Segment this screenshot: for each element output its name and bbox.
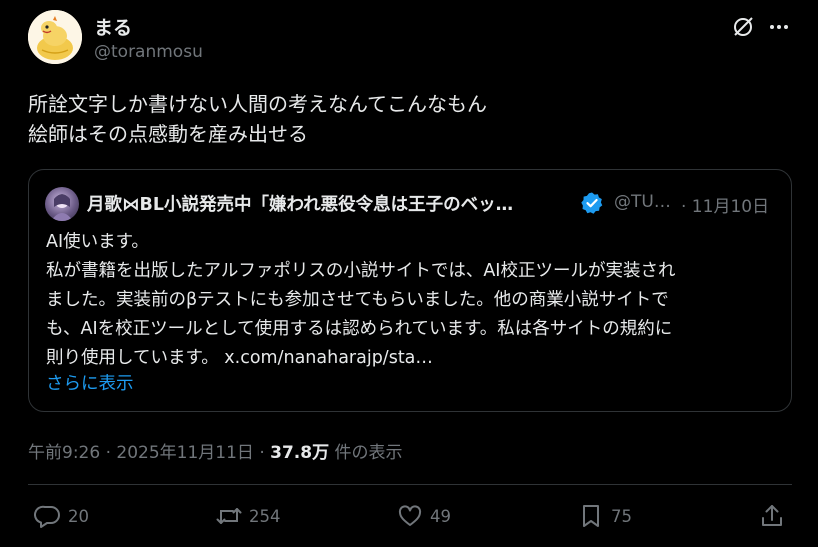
author-name[interactable]: まる	[94, 13, 132, 40]
quote-text-line: ました。実装前のβテストにも参加させてもらいました。他の商業小説サイトで	[46, 290, 669, 310]
like-button[interactable]: 49	[396, 503, 451, 529]
quote-text-line: 私が書籍を出版したアルファポリスの小説サイトでは、AI校正ツールが実装され	[46, 261, 676, 281]
share-icon	[762, 505, 782, 526]
author-handle[interactable]: @toranmosu	[94, 42, 203, 62]
view-count: 37.8万	[270, 443, 330, 463]
show-more-link[interactable]: さらに表示	[46, 370, 134, 395]
more-icon[interactable]	[766, 14, 792, 40]
quoted-tweet[interactable]: 月歌⋈BL小説発売中「嫌われ悪役令息は王子のベッ… @TU… · 11月10日 …	[28, 169, 792, 412]
tweet-text-line: 所詮文字しか書けない人間の考えなんてこんなもん	[28, 92, 487, 116]
repost-icon	[216, 508, 242, 524]
view-count-label: 件の表示	[329, 443, 403, 463]
bookmark-button[interactable]: 75	[577, 503, 632, 529]
divider	[28, 484, 792, 485]
like-count: 49	[430, 506, 451, 526]
avatar[interactable]	[28, 10, 82, 64]
repost-button[interactable]: 254	[215, 503, 281, 529]
reply-icon	[34, 505, 60, 528]
tweet-metadata: 午前9:26 · 2025年11月11日 · 37.8万 件の表示	[28, 438, 403, 463]
quote-text-line: 則り使用しています。 x.com/nanaharajp/sta…	[46, 348, 433, 368]
quote-avatar-image	[51, 194, 73, 221]
share-button[interactable]	[758, 503, 786, 529]
repost-count: 254	[249, 506, 281, 526]
quote-author-handle[interactable]: @TU…	[614, 192, 671, 212]
tweet-text-line: 絵師はその点感動を産み出せる	[28, 122, 308, 146]
quote-text-line: AI使います。	[46, 232, 149, 252]
reply-count: 20	[68, 506, 89, 526]
verified-icon	[581, 192, 603, 214]
reply-button[interactable]: 20	[34, 503, 89, 529]
quote-date[interactable]: · 11月10日	[681, 192, 769, 217]
quote-text: AI使います。 私が書籍を出版したアルファポリスの小説サイトでは、AI校正ツール…	[46, 228, 675, 373]
like-icon	[398, 505, 422, 526]
grok-icon[interactable]	[730, 14, 756, 40]
quote-author-name[interactable]: 月歌⋈BL小説発売中「嫌われ悪役令息は王子のベッ…	[87, 191, 513, 216]
quote-avatar[interactable]	[45, 187, 79, 221]
timestamp[interactable]: 午前9:26 · 2025年11月11日 ·	[28, 443, 270, 463]
bookmark-icon	[583, 505, 599, 527]
avatar-image	[28, 10, 82, 64]
bookmark-count: 75	[611, 506, 632, 526]
tweet-text: 所詮文字しか書けない人間の考えなんてこんなもん 絵師はその点感動を産み出せる	[28, 89, 487, 149]
quote-text-line: も、AIを校正ツールとして使用するは認められています。私は各サイトの規約に	[46, 319, 673, 339]
